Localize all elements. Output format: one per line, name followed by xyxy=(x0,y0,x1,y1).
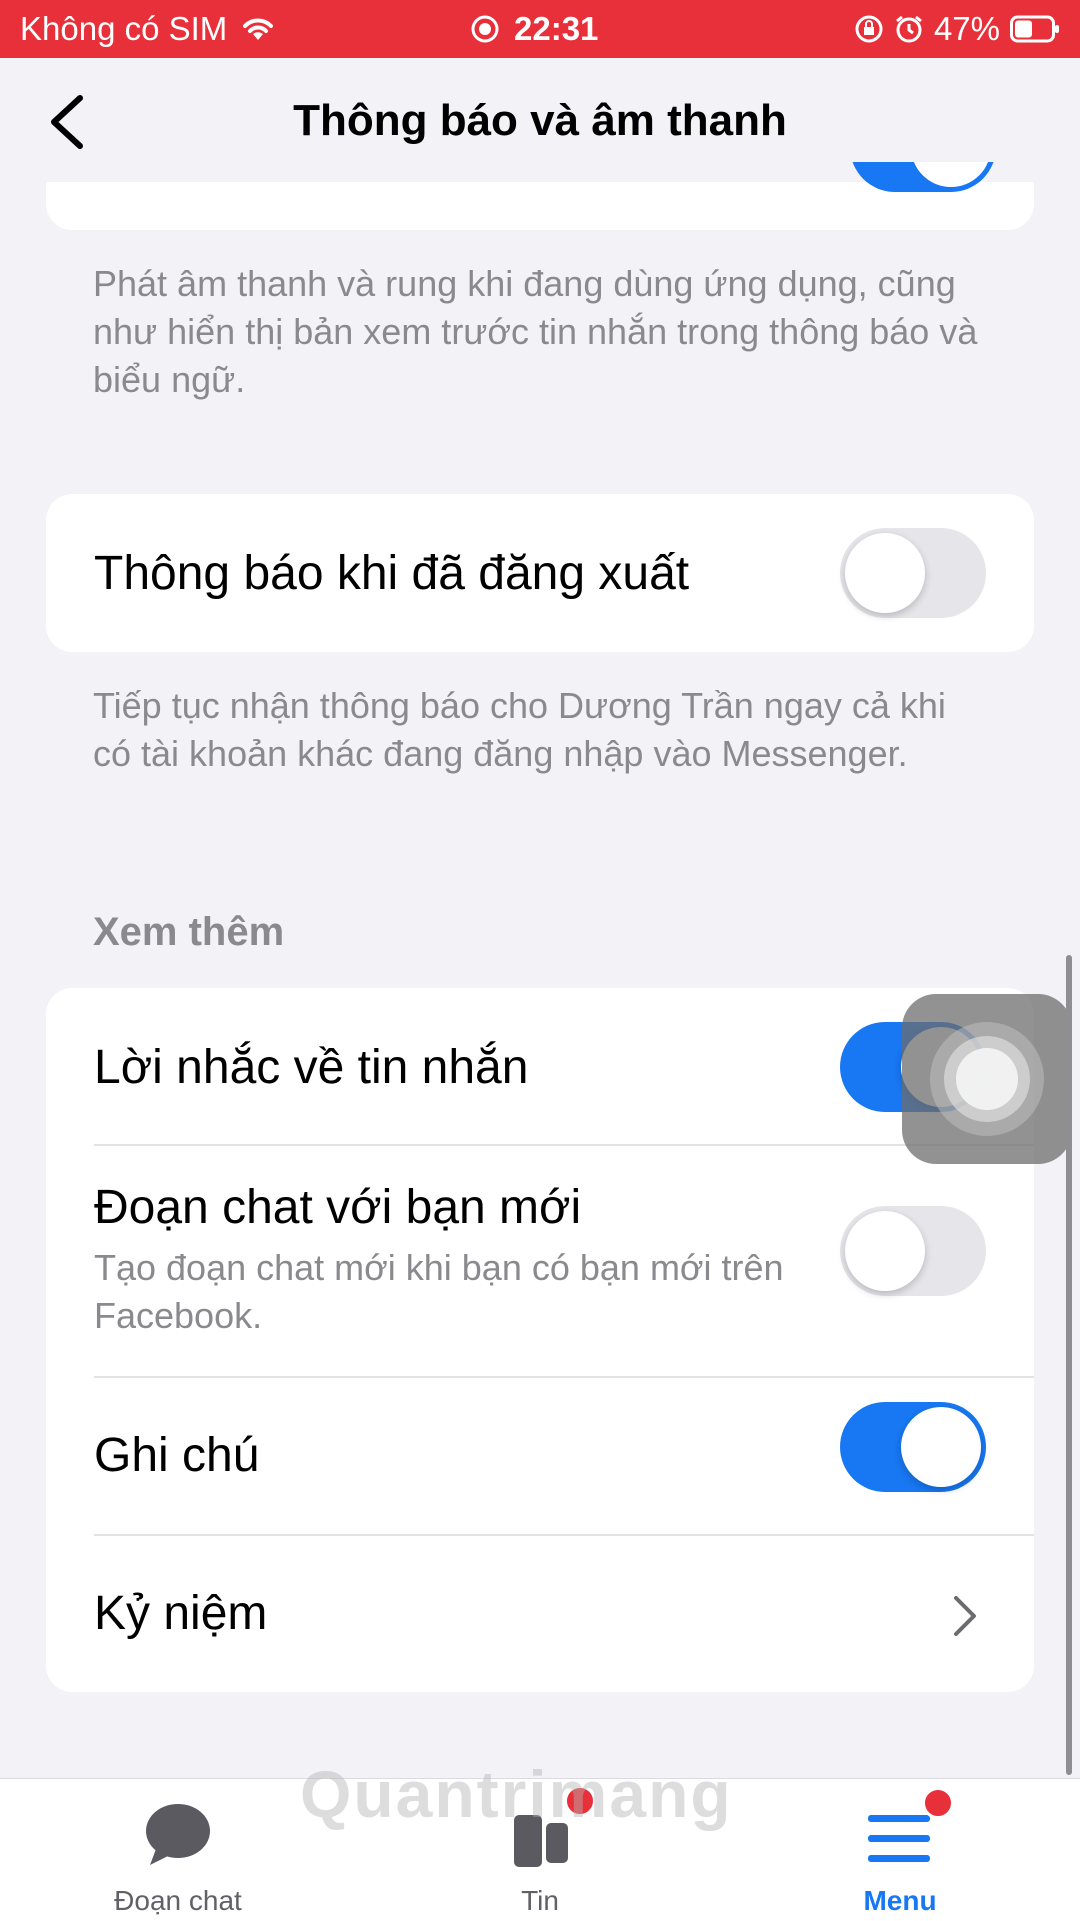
watermark-logo: Quantrimang xyxy=(300,1757,733,1831)
status-center: 22:31 xyxy=(470,10,598,48)
status-bar: Không có SIM 22:31 47% xyxy=(0,0,1080,58)
wifi-icon xyxy=(239,14,277,44)
logged-out-label: Thông báo khi đã đăng xuất xyxy=(94,547,690,600)
tab-label-menu: Menu xyxy=(863,1885,937,1916)
in-app-description: Phát âm thanh và rung khi đang dùng ứng … xyxy=(93,263,978,400)
recording-icon xyxy=(470,14,500,44)
assistive-touch-button[interactable] xyxy=(902,994,1072,1164)
tab-chats[interactable]: Đoạn chat xyxy=(58,1779,298,1921)
menu-badge xyxy=(922,1787,954,1819)
chat-bubble-icon xyxy=(146,1804,210,1865)
carrier-label: Không có SIM xyxy=(20,10,228,47)
rotation-lock-icon xyxy=(854,14,884,44)
message-reminders-label: Lời nhắc về tin nhắn xyxy=(94,1041,529,1094)
tab-menu[interactable]: Menu xyxy=(780,1779,1020,1921)
chevron-right-icon xyxy=(954,1596,976,1636)
memories-row[interactable]: Kỷ niệm xyxy=(46,1536,1034,1692)
assistive-ring-inner xyxy=(956,1048,1018,1110)
toggle-knob xyxy=(845,1211,925,1291)
logged-out-card: Thông báo khi đã đăng xuất xyxy=(46,494,1034,652)
in-app-toggle-partial[interactable] xyxy=(850,162,996,192)
alarm-icon xyxy=(894,14,924,44)
logged-out-description: Tiếp tục nhận thông báo cho Dương Trần n… xyxy=(93,685,946,774)
new-friends-chat-row: Đoạn chat với bạn mới Tạo đoạn chat mới … xyxy=(46,1146,1034,1364)
battery-icon xyxy=(1010,15,1060,43)
clock-label: 22:31 xyxy=(514,10,599,47)
status-left: Không có SIM xyxy=(20,10,277,48)
message-reminders-row: Lời nhắc về tin nhắn xyxy=(46,988,1034,1144)
new-friends-chat-subtitle: Tạo đoạn chat mới khi bạn có bạn mới trê… xyxy=(94,1247,784,1336)
logged-out-toggle[interactable] xyxy=(840,528,986,618)
notes-label: Ghi chú xyxy=(94,1429,260,1482)
tab-label-stories: Tin xyxy=(521,1885,559,1916)
notes-row: Ghi chú xyxy=(46,1378,1034,1534)
new-friends-chat-label: Đoạn chat với bạn mới xyxy=(94,1181,582,1234)
menu-icon xyxy=(868,1815,930,1862)
page-title: Thông báo và âm thanh xyxy=(293,96,787,145)
notes-toggle[interactable] xyxy=(840,1402,986,1492)
new-friends-chat-toggle[interactable] xyxy=(840,1206,986,1296)
toggle-knob xyxy=(845,533,925,613)
battery-percent: 47% xyxy=(933,10,1000,47)
more-card: Lời nhắc về tin nhắn Đoạn chat với bạn m… xyxy=(46,988,1034,1692)
scroll-indicator[interactable] xyxy=(1066,955,1072,1775)
toggle-knob xyxy=(901,1407,981,1487)
in-app-card xyxy=(46,162,1034,230)
memories-label: Kỷ niệm xyxy=(94,1587,268,1640)
section-title-more: Xem thêm xyxy=(93,910,285,954)
status-right: 47% xyxy=(854,10,1060,48)
tab-label-chats: Đoạn chat xyxy=(114,1885,242,1916)
